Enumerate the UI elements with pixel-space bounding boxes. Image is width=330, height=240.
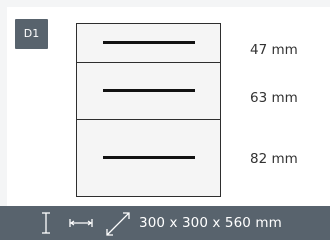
drawer-height-label-1: 47 mm (250, 42, 298, 58)
drawer-front-1[interactable] (76, 23, 221, 63)
overall-dimensions-label: 300 x 300 x 560 mm (139, 215, 282, 231)
drawer-handle (103, 156, 195, 159)
height-icon (42, 212, 50, 234)
drawer-handle (103, 41, 195, 44)
drawer-handle (103, 89, 195, 92)
cabinet-id-label: D1 (23, 27, 40, 40)
dimensions-footer: 300 x 300 x 560 mm (0, 206, 330, 240)
cabinet-id-badge: D1 (15, 19, 48, 49)
depth-icon (106, 212, 130, 236)
width-icon (69, 219, 93, 227)
drawer-front-3[interactable] (76, 119, 221, 197)
drawer-height-label-3: 82 mm (250, 151, 298, 167)
cabinet-preview-card: D1 47 mm 63 mm 82 mm (7, 7, 330, 207)
drawer-front-2[interactable] (76, 62, 221, 120)
drawer-height-label-2: 63 mm (250, 90, 298, 106)
